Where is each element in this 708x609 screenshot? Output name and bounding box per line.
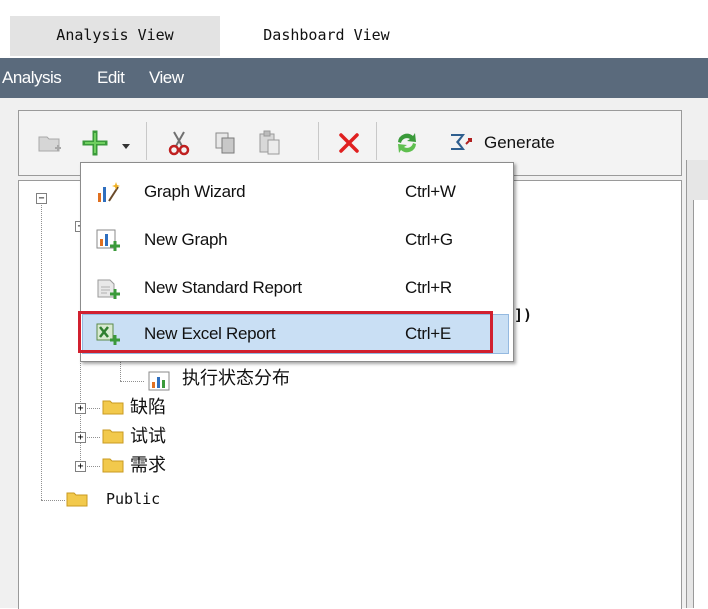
- tree-item-partial-text: ]): [514, 306, 533, 324]
- toolbar-separator: [146, 122, 147, 160]
- menu-view[interactable]: View: [149, 58, 184, 98]
- expand-icon[interactable]: +: [75, 432, 86, 443]
- dropdown-arrow-icon[interactable]: [120, 138, 132, 149]
- tree-connector: [41, 500, 65, 501]
- folder-icon: [66, 491, 88, 507]
- menu-item-label: New Graph: [144, 230, 228, 249]
- menu-item-label: Graph Wizard: [144, 182, 246, 201]
- annotation-highlight-box: [78, 311, 493, 353]
- tree-item-requirements[interactable]: 需求: [130, 453, 166, 477]
- new-graph-icon: [95, 227, 121, 253]
- generate-icon[interactable]: [446, 128, 476, 158]
- tree-item-execution-status[interactable]: 执行状态分布: [182, 366, 290, 390]
- tree-item-test[interactable]: 试试: [130, 424, 166, 448]
- add-icon[interactable]: [80, 128, 110, 158]
- generate-button[interactable]: Generate: [484, 128, 555, 158]
- folder-icon: [102, 428, 124, 444]
- toolbar-separator: [376, 122, 377, 160]
- new-folder-icon[interactable]: [34, 128, 64, 158]
- folder-icon: [102, 457, 124, 473]
- menu-item-shortcut: Ctrl+G: [405, 230, 453, 249]
- tree-connector: [41, 200, 42, 500]
- tree-item-public[interactable]: Public: [106, 487, 160, 511]
- tree-item-defects[interactable]: 缺陷: [130, 395, 166, 419]
- cut-icon[interactable]: [164, 128, 194, 158]
- menu-item-label: New Standard Report: [144, 278, 302, 297]
- copy-icon[interactable]: [210, 128, 240, 158]
- expand-icon[interactable]: +: [75, 461, 86, 472]
- folder-icon: [102, 399, 124, 415]
- tab-dashboard-view[interactable]: Dashboard View: [224, 16, 429, 56]
- refresh-icon[interactable]: [392, 128, 422, 158]
- graph-wizard-icon: [95, 179, 121, 205]
- collapse-icon[interactable]: −: [36, 193, 47, 204]
- chart-icon: [148, 371, 170, 391]
- menu-item-shortcut: Ctrl+W: [405, 182, 456, 201]
- toolbar-separator: [318, 122, 319, 160]
- new-standard-report-icon: [95, 275, 121, 301]
- delete-icon[interactable]: [334, 128, 364, 158]
- menu-item-shortcut: Ctrl+R: [405, 278, 452, 297]
- tab-analysis-view[interactable]: Analysis View: [10, 16, 220, 56]
- right-panel-content: [693, 200, 708, 608]
- expand-icon[interactable]: +: [75, 403, 86, 414]
- menu-analysis[interactable]: Analysis: [2, 58, 62, 98]
- menu-edit[interactable]: Edit: [97, 58, 125, 98]
- paste-icon[interactable]: [254, 128, 284, 158]
- tree-connector: [120, 381, 144, 382]
